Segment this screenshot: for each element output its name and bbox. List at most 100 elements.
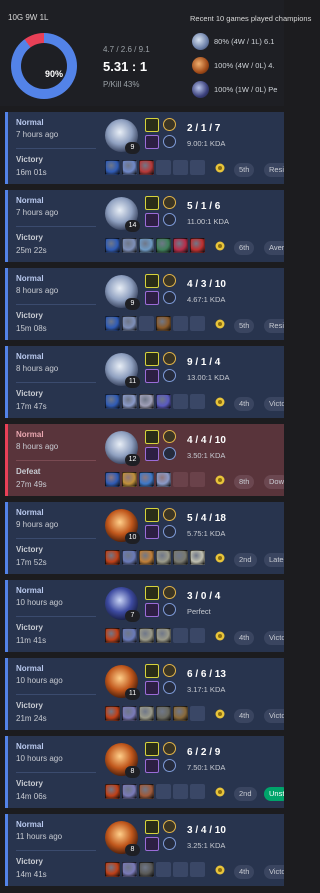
keystone-rune-icon[interactable] xyxy=(163,586,176,599)
flash-spell-icon[interactable] xyxy=(145,586,159,600)
keystone-rune-icon[interactable] xyxy=(163,820,176,833)
keystone-rune-icon[interactable] xyxy=(163,196,176,209)
item-icon[interactable] xyxy=(139,706,154,721)
summoner-spell-icon[interactable] xyxy=(145,447,159,461)
summoner-spell-icon[interactable] xyxy=(145,369,159,383)
item-icon[interactable] xyxy=(122,160,137,175)
item-icon[interactable] xyxy=(156,394,171,409)
keystone-rune-icon[interactable] xyxy=(163,664,176,677)
secondary-rune-icon[interactable] xyxy=(163,525,176,538)
placement-badge: 2nd xyxy=(234,553,257,567)
champion-stat-row[interactable]: 100% (1W / 0L) Pe xyxy=(192,81,284,99)
item-icon[interactable] xyxy=(156,706,171,721)
item-icon[interactable] xyxy=(122,238,137,253)
keystone-rune-icon[interactable] xyxy=(163,118,176,131)
flash-spell-icon[interactable] xyxy=(145,118,159,132)
item-icon[interactable] xyxy=(105,472,120,487)
item-icon[interactable] xyxy=(122,472,137,487)
item-icon[interactable] xyxy=(122,550,137,565)
item-icon[interactable] xyxy=(122,706,137,721)
item-icon[interactable] xyxy=(105,706,120,721)
flash-spell-icon[interactable] xyxy=(145,742,159,756)
keystone-rune-icon[interactable] xyxy=(163,508,176,521)
flash-spell-icon[interactable] xyxy=(145,352,159,366)
item-icon[interactable] xyxy=(139,394,154,409)
champion-stat-row[interactable]: 80% (4W / 1L) 6.1 xyxy=(192,33,284,51)
match-card[interactable]: Normal 10 hours ago Victory 14m 06s 8 6 / 2 /… xyxy=(5,736,284,808)
keystone-rune-icon[interactable] xyxy=(163,352,176,365)
keystone-rune-icon[interactable] xyxy=(163,742,176,755)
summoner-spell-icon[interactable] xyxy=(145,135,159,149)
keystone-rune-icon[interactable] xyxy=(163,274,176,287)
champion-stat-row[interactable]: 100% (4W / 0L) 4. xyxy=(192,57,284,75)
placement-badge: 5th xyxy=(234,319,255,333)
item-icon[interactable] xyxy=(105,394,120,409)
item-icon[interactable] xyxy=(139,472,154,487)
item-icon[interactable] xyxy=(156,550,171,565)
item-icon[interactable] xyxy=(139,784,154,799)
summoner-spell-icon[interactable] xyxy=(145,837,159,851)
item-icon[interactable] xyxy=(105,316,120,331)
match-card[interactable]: Normal 10 hours ago Victory 11m 41s 7 3 / 0 /… xyxy=(5,580,284,652)
summoner-spell-icon[interactable] xyxy=(145,213,159,227)
item-icon[interactable] xyxy=(156,472,171,487)
match-card[interactable]: Normal 8 hours ago Victory 17m 47s 11 9 / 1 /… xyxy=(5,346,284,418)
item-icon[interactable] xyxy=(139,550,154,565)
flash-spell-icon[interactable] xyxy=(145,196,159,210)
item-icon[interactable] xyxy=(122,316,137,331)
match-card[interactable]: Normal 10 hours ago Victory 21m 24s 11 6 / 6 … xyxy=(5,658,284,730)
summoner-spell-icon[interactable] xyxy=(145,681,159,695)
secondary-rune-icon[interactable] xyxy=(163,681,176,694)
kda-ratio: 3.25:1 KDA xyxy=(187,841,226,850)
secondary-rune-icon[interactable] xyxy=(163,759,176,772)
summoner-spell-icon[interactable] xyxy=(145,525,159,539)
item-icon[interactable] xyxy=(122,784,137,799)
match-card[interactable]: Normal 8 hours ago Victory 15m 08s 9 4 / 3 / … xyxy=(5,268,284,340)
keystone-rune-icon[interactable] xyxy=(163,430,176,443)
secondary-rune-icon[interactable] xyxy=(163,291,176,304)
item-icon[interactable] xyxy=(105,550,120,565)
secondary-rune-icon[interactable] xyxy=(163,369,176,382)
summoner-spell-icon[interactable] xyxy=(145,603,159,617)
item-icon[interactable] xyxy=(105,862,120,877)
item-icon[interactable] xyxy=(156,238,171,253)
secondary-rune-icon[interactable] xyxy=(163,837,176,850)
item-icon[interactable] xyxy=(105,628,120,643)
item-icon[interactable] xyxy=(122,862,137,877)
match-card[interactable]: Normal 11 hours ago Victory 14m 41s 8 3 / 4 /… xyxy=(5,814,284,886)
secondary-rune-icon[interactable] xyxy=(163,213,176,226)
item-icon[interactable] xyxy=(122,628,137,643)
item-icon[interactable] xyxy=(122,394,137,409)
item-icon[interactable] xyxy=(173,550,188,565)
secondary-rune-icon[interactable] xyxy=(163,447,176,460)
item-icon[interactable] xyxy=(190,238,205,253)
item-icon[interactable] xyxy=(173,706,188,721)
item-icon[interactable] xyxy=(156,628,171,643)
summoner-spell-icon[interactable] xyxy=(145,291,159,305)
flash-spell-icon[interactable] xyxy=(145,664,159,678)
flash-spell-icon[interactable] xyxy=(145,820,159,834)
match-card[interactable]: Normal 9 hours ago Victory 17m 52s 10 5 / 4 /… xyxy=(5,502,284,574)
summoner-spell-icon[interactable] xyxy=(145,759,159,773)
item-icon[interactable] xyxy=(156,316,171,331)
flash-spell-icon[interactable] xyxy=(145,508,159,522)
item-icon[interactable] xyxy=(105,238,120,253)
item-icon[interactable] xyxy=(190,550,205,565)
time-ago: 8 hours ago xyxy=(16,442,59,451)
item-icon[interactable] xyxy=(139,628,154,643)
item-icon[interactable] xyxy=(139,238,154,253)
item-icon[interactable] xyxy=(173,238,188,253)
item-icon[interactable] xyxy=(139,160,154,175)
secondary-rune-icon[interactable] xyxy=(163,135,176,148)
match-card[interactable]: Normal 7 hours ago Victory 25m 22s 14 5 / 1 /… xyxy=(5,190,284,262)
kda-score: 3 / 0 / 4 xyxy=(187,591,221,602)
flash-spell-icon[interactable] xyxy=(145,430,159,444)
item-icon[interactable] xyxy=(139,862,154,877)
item-icon[interactable] xyxy=(105,160,120,175)
flash-spell-icon[interactable] xyxy=(145,274,159,288)
secondary-rune-icon[interactable] xyxy=(163,603,176,616)
match-card[interactable]: Normal 7 hours ago Victory 16m 01s 9 2 / 1 / … xyxy=(5,112,284,184)
item-icon[interactable] xyxy=(105,784,120,799)
match-card[interactable]: Normal 8 hours ago Defeat 27m 49s 12 4 / 4 / … xyxy=(5,424,284,496)
empty-item-slot xyxy=(156,862,171,877)
